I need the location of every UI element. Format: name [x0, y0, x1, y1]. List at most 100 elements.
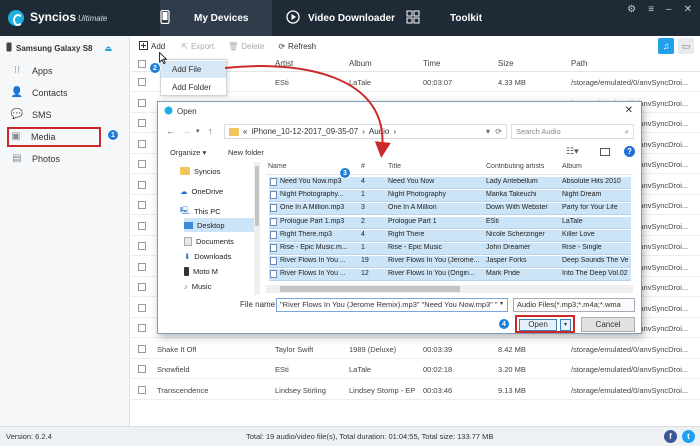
file-row[interactable]: Prologue Part 1.mp3 2 Prologue Part 1 ESti L… [269, 216, 631, 229]
music-view-icon[interactable]: ♫ [658, 38, 674, 54]
sidebar-item-media[interactable]: ▣ Media [7, 127, 101, 147]
export-button[interactable]: ⇱ Export [181, 42, 214, 51]
table-row[interactable]: Shake It Off Taylor Swift 1989 (Deluxe) 00:… [131, 339, 700, 359]
row-checkbox[interactable] [138, 98, 146, 107]
menu-icon[interactable]: ≡ [648, 4, 654, 15]
open-split-dropdown[interactable]: ▾ [560, 319, 571, 331]
file-row[interactable]: Right There.mp3 4 Right There Nicole Scherz… [269, 229, 631, 242]
tree-item-documents[interactable]: Documents [184, 234, 234, 248]
cell-file-title: Night Photography [388, 191, 446, 199]
row-checkbox[interactable] [138, 365, 146, 373]
menu-item-add-folder[interactable]: Add Folder [161, 79, 226, 96]
select-all-checkbox[interactable] [138, 60, 146, 68]
col-album[interactable]: Album [562, 163, 582, 170]
row-checkbox[interactable] [138, 242, 146, 250]
video-view-icon[interactable]: ▭ [678, 38, 694, 54]
row-checkbox[interactable] [138, 303, 146, 312]
file-row[interactable]: River Flows In You ... 12 River Flows In Y… [269, 269, 631, 282]
add-button[interactable]: Add [139, 40, 165, 52]
row-checkbox[interactable] [138, 201, 146, 209]
tab-toolkit[interactable]: Toolkit [406, 0, 496, 36]
file-row[interactable]: One In A Million.mp3 3 One In A Million Dow… [269, 203, 631, 216]
filename-dropdown-icon[interactable]: ▾ [500, 300, 503, 307]
tree-item-downloads[interactable]: ⬇ Downloads [184, 249, 231, 263]
back-arrow-icon[interactable]: ← [166, 126, 175, 136]
minimize-icon[interactable]: – [666, 4, 672, 15]
tree-item-syncios[interactable]: Syncios [180, 164, 220, 178]
forward-arrow-icon[interactable]: → [182, 126, 191, 136]
col-number[interactable]: # [361, 163, 365, 170]
row-checkbox[interactable] [138, 139, 146, 148]
tree-item-onedrive[interactable]: ☁ OneDrive [180, 184, 223, 198]
sidebar-item-sms[interactable]: 💬 SMS [10, 106, 122, 124]
row-checkbox[interactable] [138, 119, 146, 127]
sidebar-item-apps[interactable]: ⁝⁝ Apps [10, 62, 122, 80]
computer-icon: 🖳 [180, 205, 191, 215]
eject-icon[interactable]: ⏏ [104, 44, 112, 53]
table-row[interactable]: Transcendence Lindsey Stirling Lindsey Sto… [131, 380, 700, 400]
file-row[interactable]: Need You Now.mp3 4 Need You Now Lady Antebe… [269, 177, 631, 189]
facebook-icon[interactable]: f [664, 430, 677, 443]
tree-item-moto-m[interactable]: Moto M [184, 264, 218, 278]
address-dropdown-icon[interactable]: ▾ [486, 127, 490, 136]
tab-video-downloader[interactable]: Video Downloader [286, 0, 396, 36]
close-icon[interactable]: ✕ [684, 4, 692, 15]
file-row[interactable]: River Flows In You ... 19 River Flows In Y… [269, 256, 631, 269]
col-path[interactable]: Path [571, 59, 587, 68]
help-icon[interactable]: ? [624, 146, 635, 157]
tab-my-devices[interactable]: My Devices [160, 0, 272, 36]
device-selector[interactable]: Samsung Galaxy S8 ⏏ [6, 42, 112, 54]
breadcrumb-audio[interactable]: Audio [369, 127, 389, 136]
search-input[interactable]: Search Audio ⌕ [511, 124, 634, 139]
organize-button[interactable]: Organize ▾ [170, 148, 206, 157]
file-row[interactable]: Night Photography... 1 Night Photography Ma… [269, 190, 631, 203]
tree-item-desktop[interactable]: Desktop [184, 218, 254, 232]
row-checkbox[interactable] [138, 160, 146, 168]
col-artist[interactable]: Artist [275, 59, 293, 68]
row-checkbox[interactable] [138, 344, 146, 353]
tree-item-music[interactable]: ♪ Music [184, 279, 211, 293]
sidebar-item-contacts[interactable]: 👤 Contacts [10, 84, 122, 102]
col-title[interactable]: Title [388, 163, 401, 170]
address-bar[interactable]: « iPhone_10-12-2017_09-35-07 › Audio › ▾… [224, 124, 507, 139]
menu-item-add-file[interactable]: Add File [161, 61, 226, 78]
dialog-close-icon[interactable]: ✕ [625, 105, 633, 116]
view-options-icon[interactable]: ☷▾ [566, 146, 579, 157]
cell-file-artist: Mark Pride [486, 270, 520, 278]
up-arrow-icon[interactable]: ↑ [208, 126, 213, 136]
row-checkbox[interactable] [138, 180, 146, 189]
refresh-button[interactable]: ⟳ Refresh [278, 42, 316, 51]
new-folder-button[interactable]: New folder [228, 148, 264, 157]
table-row[interactable]: Snowfield ESti LaTale 00:02:18 3.20 MB/stora… [131, 359, 700, 379]
delete-button[interactable]: 🗑 Delete [228, 42, 264, 51]
col-album[interactable]: Album [349, 59, 372, 68]
sidebar-item-photos[interactable]: ▤ Photos [10, 150, 122, 168]
cancel-button[interactable]: Cancel [581, 317, 635, 332]
row-checkbox[interactable] [138, 78, 146, 86]
settings-icon[interactable]: ⚙ [627, 4, 636, 15]
tree-item-this-pc[interactable]: 🖳 This PC [180, 204, 221, 218]
filename-input[interactable]: "River Flows In You (Jerome Remix).mp3" … [276, 298, 508, 312]
file-row[interactable]: Rise - Epic Music.m... 1 Rise - Epic Music… [269, 243, 631, 255]
audio-file-icon [270, 178, 277, 186]
row-checkbox[interactable] [138, 324, 146, 332]
breadcrumb-iphone[interactable]: iPhone_10-12-2017_09-35-07 [251, 127, 358, 136]
open-button[interactable]: Open [519, 319, 557, 331]
cell-file-name: Rise - Epic Music.m... [280, 244, 348, 251]
row-checkbox[interactable] [138, 385, 146, 394]
status-summary: Total: 19 audio/video file(s), Total dur… [246, 432, 494, 441]
filetype-select[interactable]: Audio Files(*.mp3;*.m4a;*.wma [513, 298, 635, 312]
col-time[interactable]: Time [423, 59, 440, 68]
tree-scrollbar[interactable] [254, 162, 260, 295]
row-checkbox[interactable] [138, 221, 146, 230]
preview-pane-icon[interactable] [600, 148, 610, 156]
col-size[interactable]: Size [498, 59, 514, 68]
twitter-icon[interactable]: t [682, 430, 695, 443]
row-checkbox[interactable] [138, 283, 146, 291]
row-checkbox[interactable] [138, 262, 146, 271]
refresh-icon[interactable]: ⟳ [495, 127, 502, 136]
file-list-scrollbar[interactable] [266, 285, 633, 293]
recent-dropdown-icon[interactable]: ▾ [196, 127, 200, 135]
col-name[interactable]: Name [268, 163, 287, 170]
col-contributing-artists[interactable]: Contributing artists [486, 163, 544, 170]
